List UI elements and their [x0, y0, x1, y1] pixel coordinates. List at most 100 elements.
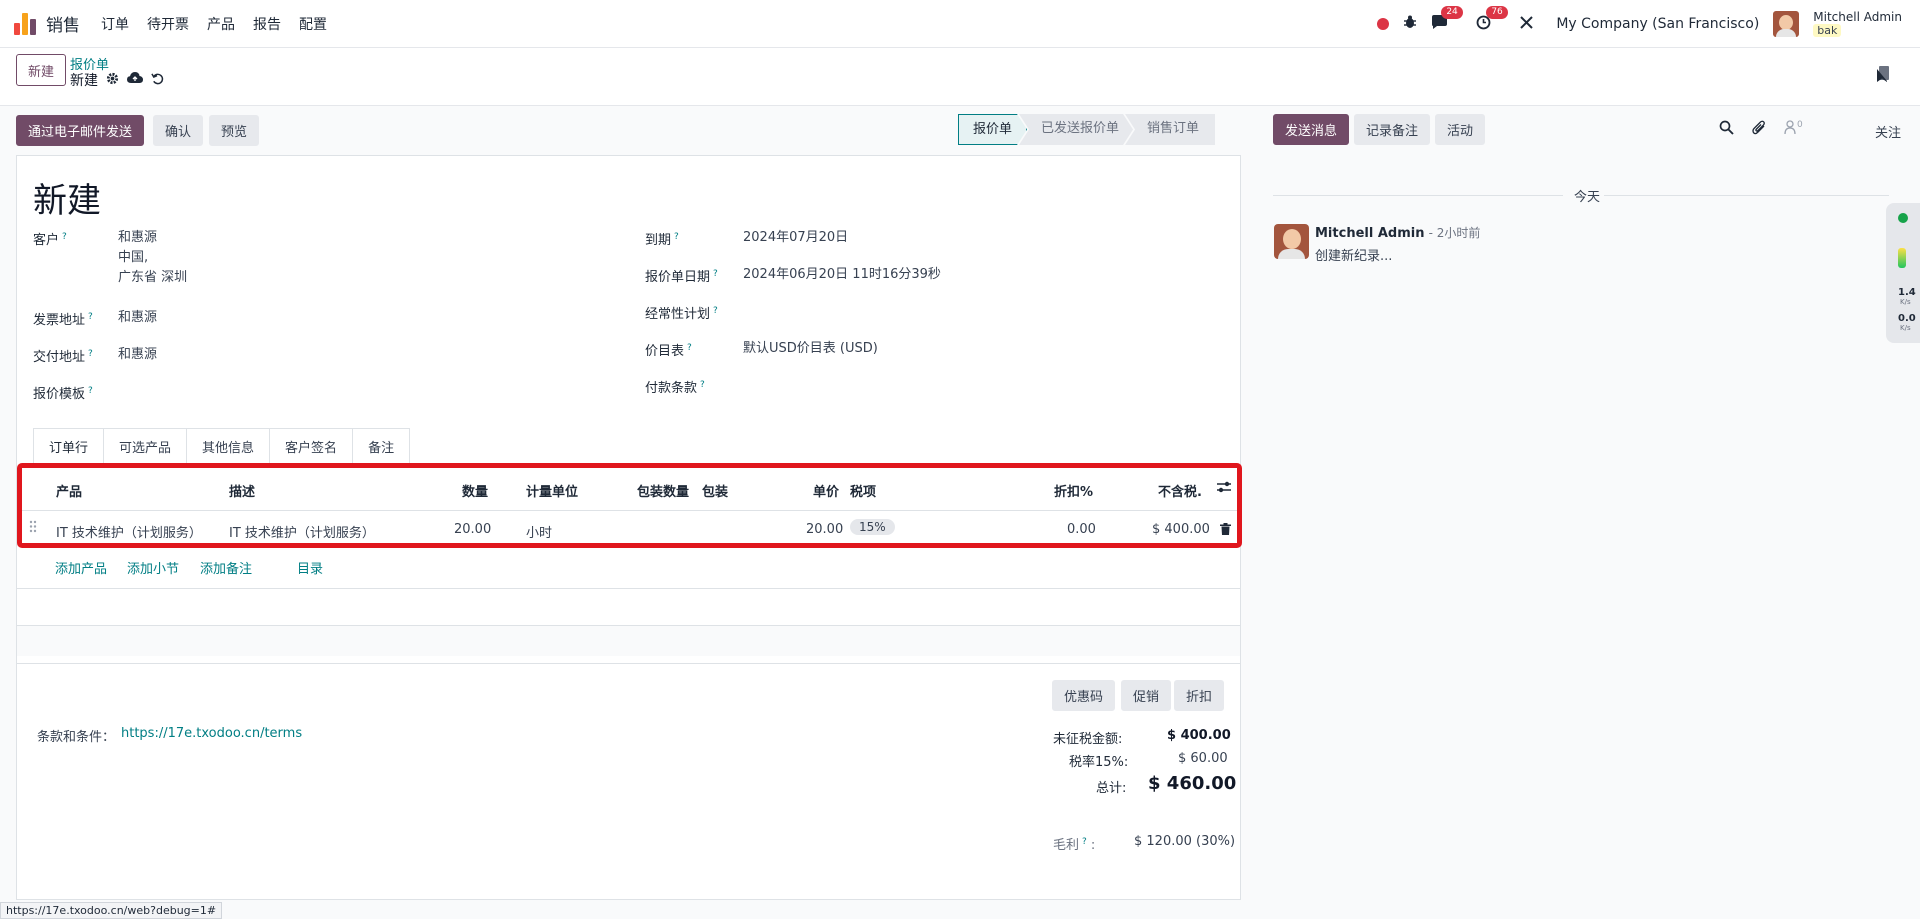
quotation-date-field[interactable]: 2024年06月20日 11时16分39秒: [743, 265, 941, 285]
terms-label: 条款和条件：: [37, 730, 116, 745]
message-body: 创建新纪录...: [1315, 249, 1393, 264]
preview-button[interactable]: 预览: [209, 115, 260, 146]
send-message-button[interactable]: 发送消息: [1273, 114, 1350, 145]
stage-quotation[interactable]: 报价单: [958, 114, 1027, 145]
column-settings-icon[interactable]: [1216, 480, 1232, 498]
company-switcher[interactable]: My Company (San Francisco): [1556, 16, 1759, 32]
message-author[interactable]: Mitchell Admin: [1315, 226, 1424, 241]
messages-icon[interactable]: 24: [1431, 5, 1463, 34]
customer-field[interactable]: 和惠源 中国, 广东省 深圳: [118, 228, 187, 288]
activities-icon[interactable]: 76: [1476, 5, 1508, 34]
save-cloud-icon[interactable]: [127, 72, 143, 88]
stage-quotation-sent[interactable]: 已发送报价单: [1019, 114, 1133, 145]
invoice-address-field[interactable]: 和惠源: [118, 308, 157, 328]
catalog-link[interactable]: 目录: [297, 558, 323, 577]
empty-row: [17, 626, 1240, 656]
user-avatar[interactable]: [1773, 11, 1800, 37]
expiration-field[interactable]: 2024年07月20日: [743, 228, 848, 248]
margin-amount: $ 120.00 (30%): [1134, 834, 1236, 849]
bookmark-icon[interactable]: [1877, 66, 1889, 86]
pricelist-field[interactable]: 默认USD价目表 (USD): [743, 339, 878, 359]
menu-to-invoice[interactable]: 待开票: [147, 14, 189, 34]
row-description[interactable]: IT 技术维护（计划服务）: [229, 522, 375, 541]
menu-configuration[interactable]: 配置: [299, 14, 327, 34]
menu-reporting[interactable]: 报告: [253, 14, 281, 34]
col-subtotal[interactable]: 不含税.: [1158, 481, 1202, 500]
recurring-plan-label: 经常性计划?: [645, 305, 718, 322]
divider: [17, 663, 1240, 664]
coupon-button[interactable]: 优惠码: [1052, 680, 1116, 711]
discard-icon[interactable]: [151, 72, 164, 89]
record-title: 新建: [33, 181, 101, 221]
col-taxes[interactable]: 税项: [850, 481, 876, 500]
row-subtotal: $ 400.00: [1152, 522, 1210, 537]
row-uom[interactable]: 小时: [526, 522, 552, 541]
date-separator-today: 今天: [1574, 190, 1601, 205]
tab-optional-products[interactable]: 可选产品: [103, 428, 188, 464]
add-product-link[interactable]: 添加产品: [55, 558, 107, 577]
row-tax[interactable]: 15%: [850, 519, 895, 535]
tax-tag: 15%: [850, 519, 895, 535]
confirm-button[interactable]: 确认: [153, 115, 204, 146]
drag-handle-icon[interactable]: [29, 520, 37, 537]
col-packaging-qty[interactable]: 包装数量: [637, 481, 689, 500]
col-uom[interactable]: 计量单位: [526, 481, 578, 500]
followers-indicator[interactable]: 0: [1784, 120, 1803, 139]
tools-icon[interactable]: [1519, 15, 1534, 34]
row-quantity[interactable]: 20.00: [454, 522, 491, 537]
col-description[interactable]: 描述: [229, 481, 255, 500]
download-speed: 0.0: [1898, 313, 1916, 324]
date-divider-right: [1604, 195, 1889, 196]
tab-other-info[interactable]: 其他信息: [186, 428, 271, 464]
upload-speed: 1.4: [1898, 287, 1916, 298]
form-sheet: 新建 客户? 和惠源 中国, 广东省 深圳 发票地址? 和惠源 交付地址? 和惠…: [16, 155, 1242, 900]
network-monitor-widget[interactable]: 1.4 K/s 0.0 K/s: [1886, 203, 1920, 343]
tax-label: 税率15%:: [1069, 755, 1129, 770]
follow-button[interactable]: 关注: [1875, 122, 1901, 141]
divider: [17, 588, 1240, 589]
row-discount[interactable]: 0.00: [1067, 522, 1096, 537]
message-author-avatar[interactable]: [1274, 224, 1309, 259]
send-by-email-button[interactable]: 通过电子邮件发送: [16, 115, 145, 146]
tab-notes[interactable]: 备注: [352, 428, 411, 464]
user-menu[interactable]: Mitchell Admin bak: [1813, 11, 1902, 37]
header-divider: [22, 510, 1237, 511]
paperclip-icon[interactable]: [1752, 120, 1766, 139]
sales-app-icon[interactable]: [14, 12, 36, 35]
app-name[interactable]: 销售: [46, 11, 80, 36]
discount-button[interactable]: 折扣: [1174, 680, 1225, 711]
search-icon[interactable]: [1719, 120, 1734, 139]
terms-link[interactable]: https://17e.txodoo.cn/terms: [121, 726, 302, 741]
log-note-button[interactable]: 记录备注: [1354, 114, 1431, 145]
activity-button[interactable]: 活动: [1435, 114, 1486, 145]
add-section-link[interactable]: 添加小节: [127, 558, 179, 577]
top-navbar: 销售 订单 待开票 产品 报告 配置 24 76 My Company (San…: [0, 0, 1920, 48]
chatter-message: Mitchell Admin - 2小时前 创建新纪录...: [1315, 224, 1480, 264]
row-unit-price[interactable]: 20.00: [806, 522, 843, 537]
stage-sales-order[interactable]: 销售订单: [1125, 114, 1216, 145]
bug-icon[interactable]: [1403, 15, 1417, 33]
col-packaging[interactable]: 包装: [702, 481, 728, 500]
add-note-link[interactable]: 添加备注: [200, 558, 252, 577]
messages-badge: 24: [1441, 5, 1463, 19]
tab-customer-signature[interactable]: 客户签名: [269, 428, 354, 464]
date-divider-left: [1273, 195, 1563, 196]
total-amount: $ 460.00: [1148, 773, 1237, 794]
new-button[interactable]: 新建: [16, 54, 67, 86]
breadcrumb: 新建: [70, 70, 164, 90]
tab-order-lines[interactable]: 订单行: [33, 428, 105, 465]
col-discount[interactable]: 折扣%: [1054, 481, 1093, 500]
col-unit-price[interactable]: 单价: [813, 481, 839, 500]
delivery-address-field[interactable]: 和惠源: [118, 345, 157, 365]
col-quantity[interactable]: 数量: [462, 481, 488, 500]
promotion-button[interactable]: 促销: [1121, 680, 1172, 711]
trash-icon[interactable]: [1220, 523, 1231, 539]
menu-products[interactable]: 产品: [207, 14, 235, 34]
col-product[interactable]: 产品: [56, 481, 82, 500]
gear-icon[interactable]: [106, 72, 119, 89]
menu-orders[interactable]: 订单: [101, 14, 129, 34]
invoice-address-label: 发票地址?: [33, 311, 93, 328]
record-icon[interactable]: [1377, 18, 1390, 30]
download-unit: K/s: [1900, 324, 1911, 332]
row-product[interactable]: IT 技术维护（计划服务）: [56, 522, 202, 541]
